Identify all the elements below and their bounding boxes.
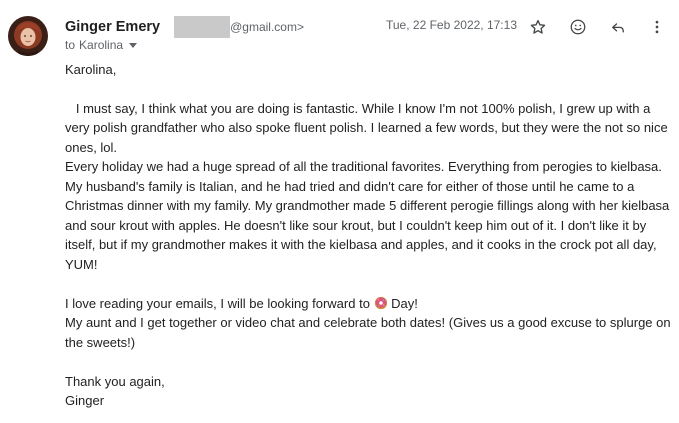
star-button[interactable] [528,16,548,38]
paragraph-4: My aunt and I get together or video chat… [65,315,671,350]
add-reaction-button[interactable] [568,16,588,38]
message-date: Tue, 22 Feb 2022, 17:13 [386,18,517,32]
email-redaction [174,16,231,38]
signature: Ginger [65,393,105,408]
reply-icon [612,23,624,33]
paragraph-3-end: Day! [387,295,418,311]
doughnut-emoji [374,296,387,309]
caret-down-icon [129,42,138,48]
more-options-button[interactable] [647,16,667,38]
greeting: Karolina, [65,62,117,77]
sender-name[interactable]: Ginger Emery [65,19,160,35]
recipient-details-toggle[interactable]: to Karolina [65,38,138,52]
smiley-icon [570,19,586,35]
star-icon [530,19,546,34]
recipient-name: Karolina [79,38,124,52]
reply-button[interactable] [608,16,628,38]
sender-header: Ginger Emery @gmail.com> [65,16,304,38]
message-body: Karolina, I must say, I think what you a… [65,60,675,411]
more-vert-icon [655,20,659,34]
paragraph-1: I must say, I think what you are doing i… [65,100,672,155]
closing: Thank you again, [65,373,165,389]
paragraph-3: I love reading your emails, I will be lo… [65,294,675,314]
paragraph-3-start: I love reading your emails, I will be lo… [65,295,374,311]
paragraph-2: Every holiday we had a huge spread of al… [65,159,670,272]
sender-email: @gmail.com> [230,20,304,34]
recipient-prefix: to [65,38,76,52]
sender-avatar[interactable] [8,16,48,56]
